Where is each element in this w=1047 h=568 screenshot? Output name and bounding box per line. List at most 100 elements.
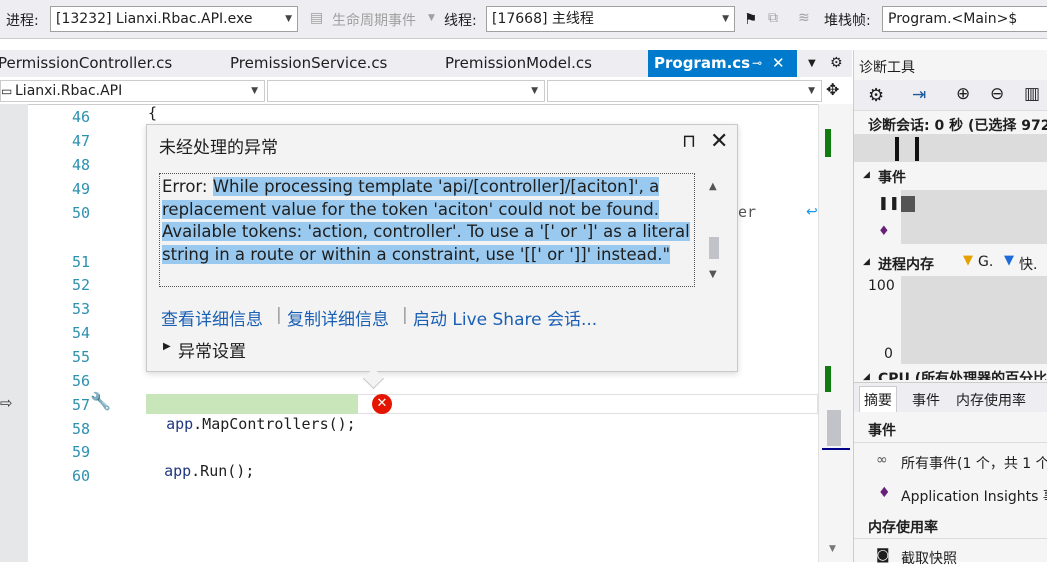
stackframe-dropdown[interactable]: Program.<Main>$ xyxy=(882,6,1047,32)
line-number: 50 xyxy=(71,204,90,222)
debug-location-toolbar: 进程: [13232] Lianxi.Rbac.API.exe ▼ ▤ 生命周期… xyxy=(0,0,1047,39)
take-snapshot-button[interactable]: 截取快照 xyxy=(901,548,957,568)
return-arrow-icon: ↩ xyxy=(806,204,818,220)
insights-track[interactable] xyxy=(901,218,1047,244)
link-separator: | xyxy=(276,305,282,325)
lifecycle-events-button[interactable]: 生命周期事件 xyxy=(332,10,416,30)
thread-dropdown[interactable]: [17668] 主线程 ▼ xyxy=(486,6,735,32)
tab-program-label: Program.cs xyxy=(654,54,751,72)
tab-program[interactable]: Program.cs ⊸ ✕ xyxy=(648,50,797,77)
pause-icon[interactable]: ❚❚ xyxy=(878,196,900,211)
chevron-down-icon[interactable]: ▼ xyxy=(808,50,816,77)
split-icon[interactable]: ✥ xyxy=(826,80,839,99)
diag-toolbar: ⚙ ⇥ ⊕ ⊖ ▥ xyxy=(854,80,1047,111)
pin-icon[interactable]: ⊸ xyxy=(752,50,762,77)
expand-triangle-icon[interactable]: ▶ xyxy=(163,341,171,352)
divider xyxy=(854,442,1047,443)
scroll-down-icon[interactable]: ▼ xyxy=(829,544,836,554)
indicator-margin xyxy=(0,104,28,562)
collapse-triangle-icon[interactable]: ◢ xyxy=(863,372,870,382)
project-dropdown[interactable]: ▭ Lianxi.Rbac.API ▼ xyxy=(0,80,265,102)
app-insights-link[interactable]: Application Insights 事 xyxy=(901,486,1047,506)
message-scroll-thumb[interactable] xyxy=(709,237,719,259)
thread-filter-icon[interactable]: ⧉ xyxy=(768,10,778,26)
view-details-link[interactable]: 查看详细信息 xyxy=(161,305,263,330)
memory-section-label: 进程内存 xyxy=(878,257,934,273)
tab-permission-controller[interactable]: PermissionController.cs xyxy=(0,50,172,77)
tab-events[interactable]: 事件 xyxy=(912,390,940,410)
chevron-down-icon: ▼ xyxy=(285,14,292,24)
memory-graph[interactable] xyxy=(901,276,1047,364)
zoom-out-icon[interactable]: ⊖ xyxy=(990,84,1004,104)
exception-error-icon[interactable]: ✕ xyxy=(372,394,392,414)
close-icon[interactable]: ✕ xyxy=(710,129,728,154)
break-event-marker xyxy=(901,196,915,212)
code-brace: { xyxy=(148,104,158,122)
line-number: 58 xyxy=(71,420,90,438)
events-track[interactable] xyxy=(901,190,1047,218)
line-number: 51 xyxy=(71,253,90,271)
code-fragment: er xyxy=(738,203,757,221)
gear-icon[interactable]: ⚙ xyxy=(868,85,884,106)
error-prefix: Error: xyxy=(162,177,213,196)
tab-premission-service[interactable]: PremissionService.cs xyxy=(230,50,387,77)
line-number: 48 xyxy=(71,156,90,174)
start-liveshare-link[interactable]: 启动 Live Share 会话... xyxy=(413,305,597,330)
pin-icon[interactable]: ⊓ xyxy=(682,131,696,152)
scrollbar-thumb[interactable] xyxy=(827,410,841,446)
code-line-57[interactable]: app.MapControllers(); xyxy=(146,394,358,433)
line-number: 55 xyxy=(71,348,90,366)
process-value: [13232] Lianxi.Rbac.API.exe xyxy=(56,11,253,27)
process-label: 进程: xyxy=(6,13,39,29)
insights-bulb-icon: ♦ xyxy=(878,485,891,501)
scroll-up-icon[interactable]: ▲ xyxy=(709,181,717,192)
exception-settings-toggle[interactable]: 异常设置 xyxy=(178,337,246,362)
scroll-down-icon[interactable]: ▼ xyxy=(709,269,717,280)
thread-value: [17668] 主线程 xyxy=(492,11,594,27)
copy-details-link[interactable]: 复制详细信息 xyxy=(287,305,389,330)
current-statement-arrow-icon: ⇨ xyxy=(0,394,13,412)
chevron-down-icon: ▼ xyxy=(531,86,538,96)
debug-wrench-icon[interactable]: 🔧 xyxy=(90,392,111,412)
process-dropdown[interactable]: [13232] Lianxi.Rbac.API.exe ▼ xyxy=(50,6,298,32)
chevron-down-icon: ▼ xyxy=(251,86,258,96)
change-marker xyxy=(825,366,831,392)
all-events-link[interactable]: 所有事件(1 个，共 1 个 xyxy=(901,453,1047,473)
editor-vertical-scrollbar[interactable]: ▼ xyxy=(818,104,853,562)
zoom-in-icon[interactable]: ⊕ xyxy=(956,84,970,104)
stack-icon[interactable]: ≋ xyxy=(798,10,810,26)
line-number: 60 xyxy=(71,467,90,485)
member-dropdown[interactable]: ▼ xyxy=(547,80,822,102)
exception-message-box[interactable]: Error: While processing template 'api/[c… xyxy=(159,173,695,287)
chevron-down-icon: ▼ xyxy=(428,13,435,23)
line-number: 52 xyxy=(71,276,90,294)
line-number: 59 xyxy=(71,443,90,461)
collapse-triangle-icon[interactable]: ◢ xyxy=(863,170,870,180)
code-token-app: app xyxy=(166,415,194,433)
tab-memory-usage[interactable]: 内存使用率 xyxy=(956,390,1026,410)
navigation-bar: ▭ Lianxi.Rbac.API ▼ ▼ ▼ ✥ xyxy=(0,78,852,105)
collapse-triangle-icon[interactable]: ◢ xyxy=(863,257,870,267)
tab-premission-model[interactable]: PremissionModel.cs xyxy=(445,50,592,77)
chevron-down-icon: ▼ xyxy=(808,86,815,96)
link-separator: | xyxy=(402,305,408,325)
timeline-ruler[interactable] xyxy=(854,134,1047,162)
type-dropdown[interactable]: ▼ xyxy=(267,80,545,102)
exception-message: While processing template 'api/[controll… xyxy=(162,177,690,264)
divider xyxy=(854,538,1047,539)
diagnostic-tools-panel: 诊断工具 ⚙ ⇥ ⊕ ⊖ ▥ 诊断会话: 0 秒 (已选择 972 ◢ 事件 ❚… xyxy=(853,50,1047,567)
project-value: Lianxi.Rbac.API xyxy=(15,83,123,99)
close-icon[interactable]: ✕ xyxy=(772,50,785,77)
memory-axis-max: 100 xyxy=(868,278,895,294)
snapshot-marker-icon: ▼ xyxy=(1004,253,1014,268)
stackframe-label: 堆栈帧: xyxy=(824,13,871,29)
lifecycle-icon: ▤ xyxy=(310,10,324,26)
chart-icon[interactable]: ▥ xyxy=(1024,84,1040,104)
line-number: 57 xyxy=(71,396,90,414)
select-tools-icon[interactable]: ⇥ xyxy=(912,85,926,105)
session-duration: 诊断会话: 0 秒 (已选择 972 xyxy=(868,118,1047,134)
flag-icon[interactable]: ⚑ xyxy=(744,10,757,28)
tab-summary[interactable]: 摘要 xyxy=(859,386,897,413)
thread-label: 线程: xyxy=(444,13,477,29)
gear-icon[interactable]: ⚙ xyxy=(830,50,843,77)
